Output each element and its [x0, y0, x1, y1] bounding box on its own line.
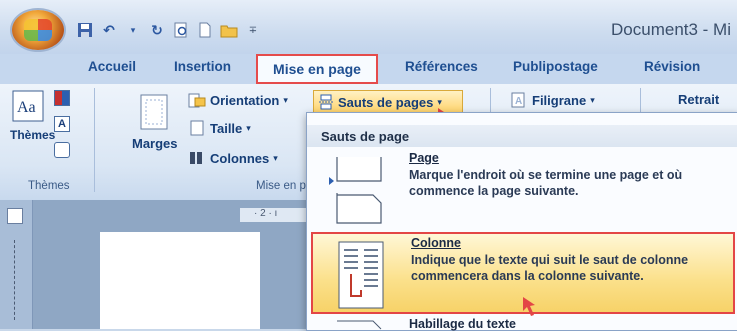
columns-label: Colonnes — [210, 150, 270, 166]
tab-insertion[interactable]: Insertion — [174, 59, 231, 74]
size-icon — [190, 120, 204, 136]
menu-item-page[interactable]: Page Marque l'endroit où se termine une … — [307, 149, 736, 231]
office-logo-icon — [24, 19, 52, 41]
watermark-icon: A — [511, 92, 525, 108]
undo-icon[interactable]: ↶ — [100, 21, 118, 39]
menu-item-title: Page — [409, 151, 439, 165]
indent-label: Retrait — [678, 92, 720, 107]
themes-icon: Aa — [12, 90, 44, 122]
orientation-label: Orientation — [210, 92, 280, 108]
themes-button[interactable]: Aa Thèmes — [10, 90, 55, 142]
orientation-button[interactable]: Orientation ▾ — [188, 92, 288, 108]
menu-item-habillage[interactable]: Habillage du texte — [307, 315, 736, 331]
tab-mise-en-page[interactable]: Mise en page — [256, 54, 378, 84]
ruler-toggle-icon[interactable] — [7, 208, 23, 224]
orientation-icon — [188, 93, 206, 108]
open-folder-icon[interactable] — [220, 21, 238, 39]
page-breaks-label: Sauts de pages — [338, 94, 434, 110]
watermark-label: Filigrane — [532, 92, 587, 108]
watermark-button[interactable]: A Filigrane ▾ — [510, 92, 595, 108]
margins-icon — [140, 94, 168, 130]
page-breaks-content: Sauts de pages ▾ — [318, 94, 442, 110]
columns-icon — [190, 152, 202, 164]
themes-group-label: Thèmes — [28, 180, 70, 192]
group-separator — [94, 88, 95, 192]
tab-accueil[interactable]: Accueil — [88, 59, 136, 74]
ruler-number: · 2 · ı — [254, 208, 278, 219]
svg-text:Aa: Aa — [17, 99, 36, 116]
mise-en-page-group-label: Mise en p — [256, 180, 306, 192]
menu-item-title: Colonne — [411, 236, 461, 250]
page-breaks-icon — [319, 94, 333, 110]
menu-item-description: Marque l'endroit où se termine une page … — [409, 168, 683, 198]
tab-references[interactable]: Références — [405, 59, 478, 74]
document-page[interactable] — [100, 232, 260, 329]
text-wrap-icon — [337, 320, 382, 330]
margins-label: Marges — [132, 136, 178, 151]
office-button[interactable] — [12, 10, 64, 50]
pointer-annotation-icon — [523, 297, 535, 316]
quick-access-toolbar: ↶ ▾ ↻ ∓ — [76, 18, 262, 42]
menu-header: Sauts de page — [307, 125, 737, 147]
save-icon[interactable] — [76, 21, 94, 39]
themes-label: Thèmes — [10, 128, 56, 142]
customize-qat-icon[interactable]: ∓ — [244, 21, 262, 39]
size-button[interactable]: Taille ▾ — [188, 120, 251, 136]
column-break-icon — [338, 241, 384, 309]
columns-button[interactable]: Colonnes ▾ — [188, 150, 278, 166]
print-preview-icon[interactable] — [172, 21, 190, 39]
menu-item-description: Indique que le texte qui suit le saut de… — [411, 253, 689, 283]
size-label: Taille — [210, 120, 243, 136]
margins-button[interactable] — [140, 94, 170, 135]
theme-fonts-icon[interactable]: A — [54, 116, 70, 132]
page-break-icon — [329, 157, 382, 224]
redo-icon[interactable]: ↻ — [148, 21, 166, 39]
ribbon-tabs: Accueil Insertion Mise en page Référence… — [0, 54, 737, 85]
window-title: Document3 - Mi — [611, 20, 731, 39]
tab-publipostage[interactable]: Publipostage — [513, 59, 598, 74]
new-document-icon[interactable] — [196, 21, 214, 39]
theme-colors-icon[interactable] — [54, 90, 70, 106]
page-breaks-menu: Sauts de page Page Marque l'endroit où s… — [306, 112, 737, 331]
vertical-ruler — [0, 200, 33, 329]
theme-effects-icon[interactable] — [54, 142, 70, 158]
svg-text:A: A — [515, 96, 522, 107]
tab-revision[interactable]: Révision — [644, 59, 700, 74]
ruler-ticks — [14, 240, 17, 320]
dropdown-arrow-icon[interactable]: ▾ — [124, 21, 142, 39]
